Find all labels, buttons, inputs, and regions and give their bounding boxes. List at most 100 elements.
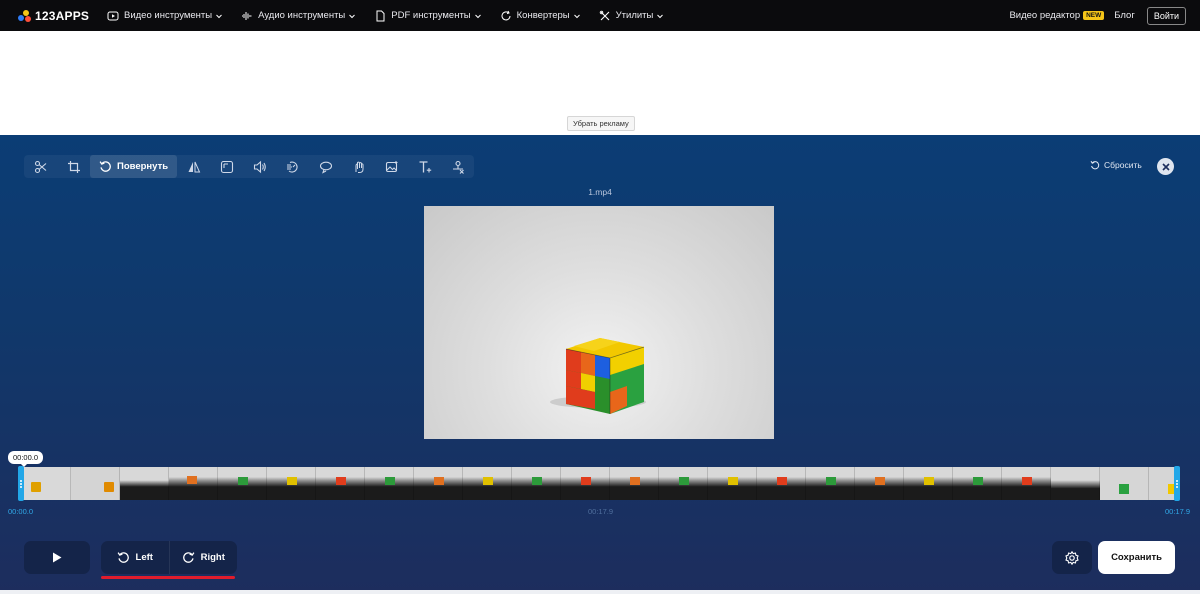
convert-icon xyxy=(501,10,511,20)
rotate-icon xyxy=(99,161,111,172)
file-name: 1.mp4 xyxy=(588,187,612,197)
tool-bar: Повернуть xyxy=(24,155,475,178)
brand-name: 123APPS xyxy=(35,8,90,23)
frame-thumbnail xyxy=(659,467,708,500)
frame-thumbnail xyxy=(512,467,561,500)
frame-thumbnail xyxy=(904,467,953,500)
resize-icon xyxy=(220,160,233,173)
play-icon xyxy=(53,552,62,563)
duration-time: 00:17.9 xyxy=(588,507,614,516)
rotate-tool[interactable]: Повернуть xyxy=(90,155,178,178)
frame-thumbnail xyxy=(806,467,855,500)
frame-thumbnail xyxy=(71,467,120,500)
trim-end-handle[interactable] xyxy=(1174,466,1180,501)
reset-label: Сбросить xyxy=(1104,160,1142,170)
rotate-left-label: Left xyxy=(135,552,153,563)
text-icon xyxy=(419,160,431,172)
brand-logo[interactable]: 123APPS xyxy=(18,9,96,23)
highlight-underline xyxy=(101,576,235,579)
remove-ads-button[interactable]: Убрать рекламу xyxy=(567,116,635,131)
timeline[interactable] xyxy=(18,466,1181,501)
nav-audio-tools[interactable]: Аудио инструменты xyxy=(241,10,356,22)
start-time: 00:00.0 xyxy=(8,507,34,516)
add-text-tool[interactable] xyxy=(408,155,441,178)
close-button[interactable] xyxy=(1157,158,1174,175)
frame-thumbnail xyxy=(953,467,1002,500)
resize-tool[interactable] xyxy=(210,155,243,178)
nav-converters[interactable]: Конвертеры xyxy=(500,10,581,22)
rotate-left-button[interactable]: Left xyxy=(101,541,169,574)
blog-link[interactable]: Блог xyxy=(1114,10,1135,21)
flip-tool[interactable] xyxy=(177,155,210,178)
nav-label: PDF инструменты xyxy=(391,10,471,21)
volume-tool[interactable] xyxy=(243,155,276,178)
reset-button[interactable]: Сбросить xyxy=(1090,160,1142,170)
reset-icon xyxy=(1090,160,1100,170)
play-button[interactable] xyxy=(24,541,90,574)
frame-thumbnail xyxy=(757,467,806,500)
logo-mark xyxy=(18,9,32,23)
trim-start-handle[interactable] xyxy=(18,466,24,501)
rotate-tool-label: Повернуть xyxy=(117,161,169,172)
stabilize-icon xyxy=(355,161,364,173)
frame-thumbnail xyxy=(610,467,659,500)
timeline-frames xyxy=(22,467,1176,500)
rotate-controls: Left Right xyxy=(101,541,237,574)
settings-button[interactable] xyxy=(1052,541,1092,574)
speed-icon xyxy=(286,161,298,173)
frame-thumbnail xyxy=(414,467,463,500)
cut-tool[interactable] xyxy=(24,155,57,178)
waveform-icon xyxy=(242,11,253,20)
stabilize-tool[interactable] xyxy=(342,155,375,178)
save-button[interactable]: Сохранить xyxy=(1098,541,1175,574)
crop-icon xyxy=(67,160,80,173)
nav-label: Конвертеры xyxy=(516,10,570,21)
loop-tool[interactable] xyxy=(309,155,342,178)
flip-icon xyxy=(188,161,200,172)
frame-thumbnail xyxy=(855,467,904,500)
rotate-right-label: Right xyxy=(200,552,225,563)
nav-label: Утилиты xyxy=(615,10,654,21)
crop-tool[interactable] xyxy=(57,155,90,178)
nav-utilities[interactable]: Утилиты xyxy=(599,10,665,22)
frame-thumbnail xyxy=(561,467,610,500)
volume-icon xyxy=(253,160,266,173)
end-time: 00:17.9 xyxy=(1165,507,1191,516)
ad-banner: Убрать рекламу xyxy=(0,31,1200,135)
nav-video-tools[interactable]: Видео инструменты xyxy=(107,10,223,22)
frame-thumbnail xyxy=(1002,467,1051,500)
nav-label: Аудио инструменты xyxy=(258,10,346,21)
nav-pdf-tools[interactable]: PDF инструменты xyxy=(374,10,481,22)
rotate-right-icon xyxy=(182,552,195,563)
frame-thumbnail xyxy=(218,467,267,500)
frame-thumbnail xyxy=(316,467,365,500)
play-circle-icon xyxy=(107,11,119,20)
frame-thumbnail xyxy=(365,467,414,500)
new-badge: NEW xyxy=(1083,11,1105,20)
remove-logo-icon xyxy=(452,160,464,174)
rubiks-cube-image xyxy=(550,338,646,414)
chevron-down-icon xyxy=(474,14,481,18)
speed-tool[interactable] xyxy=(276,155,309,178)
frame-thumbnail xyxy=(22,467,71,500)
chevron-down-icon xyxy=(657,14,664,18)
chevron-down-icon xyxy=(349,14,356,18)
frame-thumbnail xyxy=(1100,467,1149,500)
rotate-right-button[interactable]: Right xyxy=(170,541,238,574)
rotate-left-icon xyxy=(117,552,129,563)
gear-icon xyxy=(1065,550,1079,565)
login-button[interactable]: Войти xyxy=(1146,6,1186,25)
scissors-icon xyxy=(34,160,46,173)
tools-icon xyxy=(599,10,610,20)
playhead-time: 00:00.0 xyxy=(8,451,44,467)
chevron-down-icon xyxy=(573,14,580,18)
video-preview xyxy=(424,206,774,439)
document-icon xyxy=(376,10,385,21)
video-editor: Повернуть Сбросить 1.mp4 00:00.0 00:00.0… xyxy=(0,135,1200,594)
video-editor-link[interactable]: Видео редактор xyxy=(1009,10,1080,21)
chevron-down-icon xyxy=(216,14,222,18)
remove-logo-tool[interactable] xyxy=(441,155,474,178)
add-image-tool[interactable] xyxy=(375,155,408,178)
frame-thumbnail xyxy=(267,467,316,500)
close-icon xyxy=(1161,162,1170,171)
